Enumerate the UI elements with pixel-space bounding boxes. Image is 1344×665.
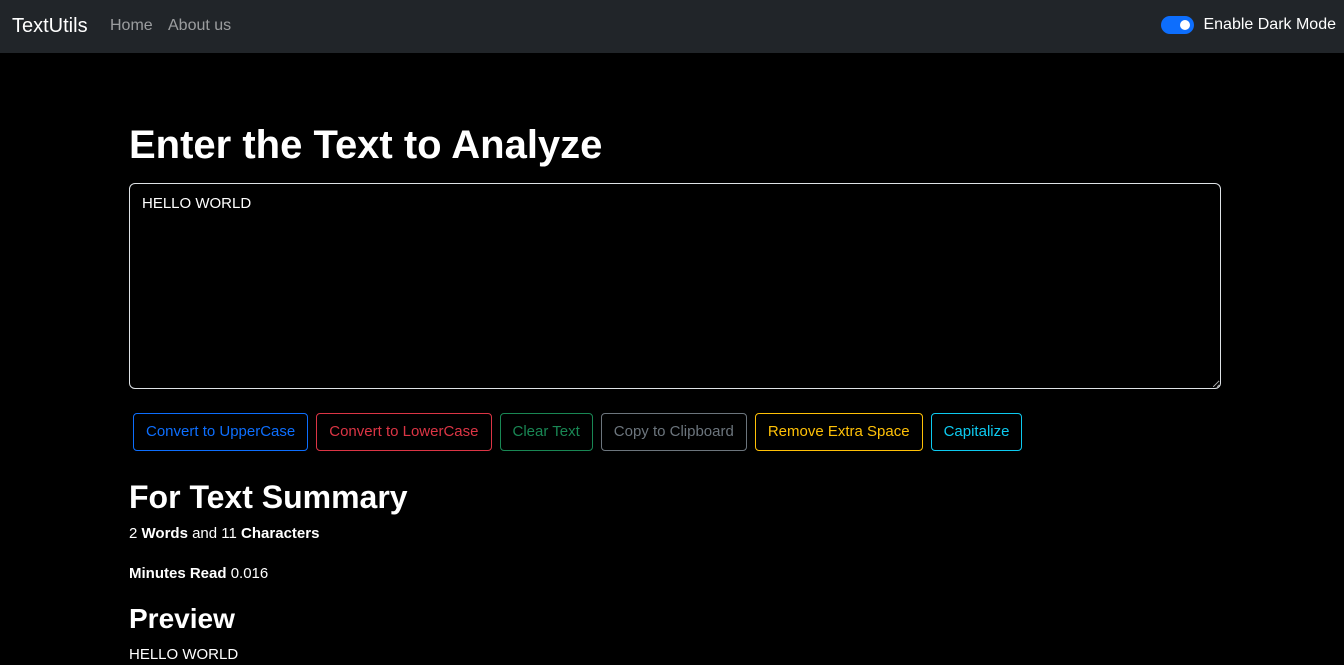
word-char-count: 2 Words and 11 Characters — [129, 524, 319, 544]
action-buttons: Convert to UpperCase Convert to LowerCas… — [133, 413, 1023, 451]
copy-clipboard-button[interactable]: Copy to Clipboard — [600, 413, 747, 451]
minutes-read-value: 0.016 — [230, 565, 269, 582]
uppercase-button[interactable]: Convert to UpperCase — [133, 413, 309, 451]
nav-link-home[interactable]: Home — [110, 16, 153, 36]
word-count: 2 — [129, 525, 138, 542]
nav-link-about[interactable]: About us — [168, 16, 231, 36]
chars-label: Characters — [241, 525, 320, 542]
brand-link[interactable]: TextUtils — [12, 14, 88, 38]
lowercase-button[interactable]: Convert to LowerCase — [316, 413, 492, 451]
remove-extra-space-button[interactable]: Remove Extra Space — [754, 413, 923, 451]
capitalize-button[interactable]: Capitalize — [930, 413, 1023, 451]
text-input[interactable] — [129, 183, 1221, 389]
preview-text: HELLO WORLD — [129, 646, 239, 663]
char-count: 11 — [221, 525, 237, 542]
minutes-read-label: Minutes Read — [129, 565, 227, 582]
words-label: Words — [141, 525, 188, 542]
preview-title: Preview — [129, 603, 235, 634]
dark-mode-switch[interactable] — [1161, 16, 1195, 34]
dark-mode-toggle[interactable]: Enable Dark Mode — [1161, 14, 1336, 36]
minutes-read: Minutes Read 0.016 — [129, 564, 268, 584]
clear-text-button[interactable]: Clear Text — [499, 413, 593, 451]
page-title: Enter the Text to Analyze — [129, 123, 603, 167]
summary-title: For Text Summary — [129, 479, 408, 515]
dark-mode-label[interactable]: Enable Dark Mode — [1203, 16, 1336, 34]
and-text: and — [192, 525, 218, 542]
switch-knob — [1180, 20, 1191, 30]
navbar: TextUtils Home About us Enable Dark Mode — [0, 0, 1344, 53]
